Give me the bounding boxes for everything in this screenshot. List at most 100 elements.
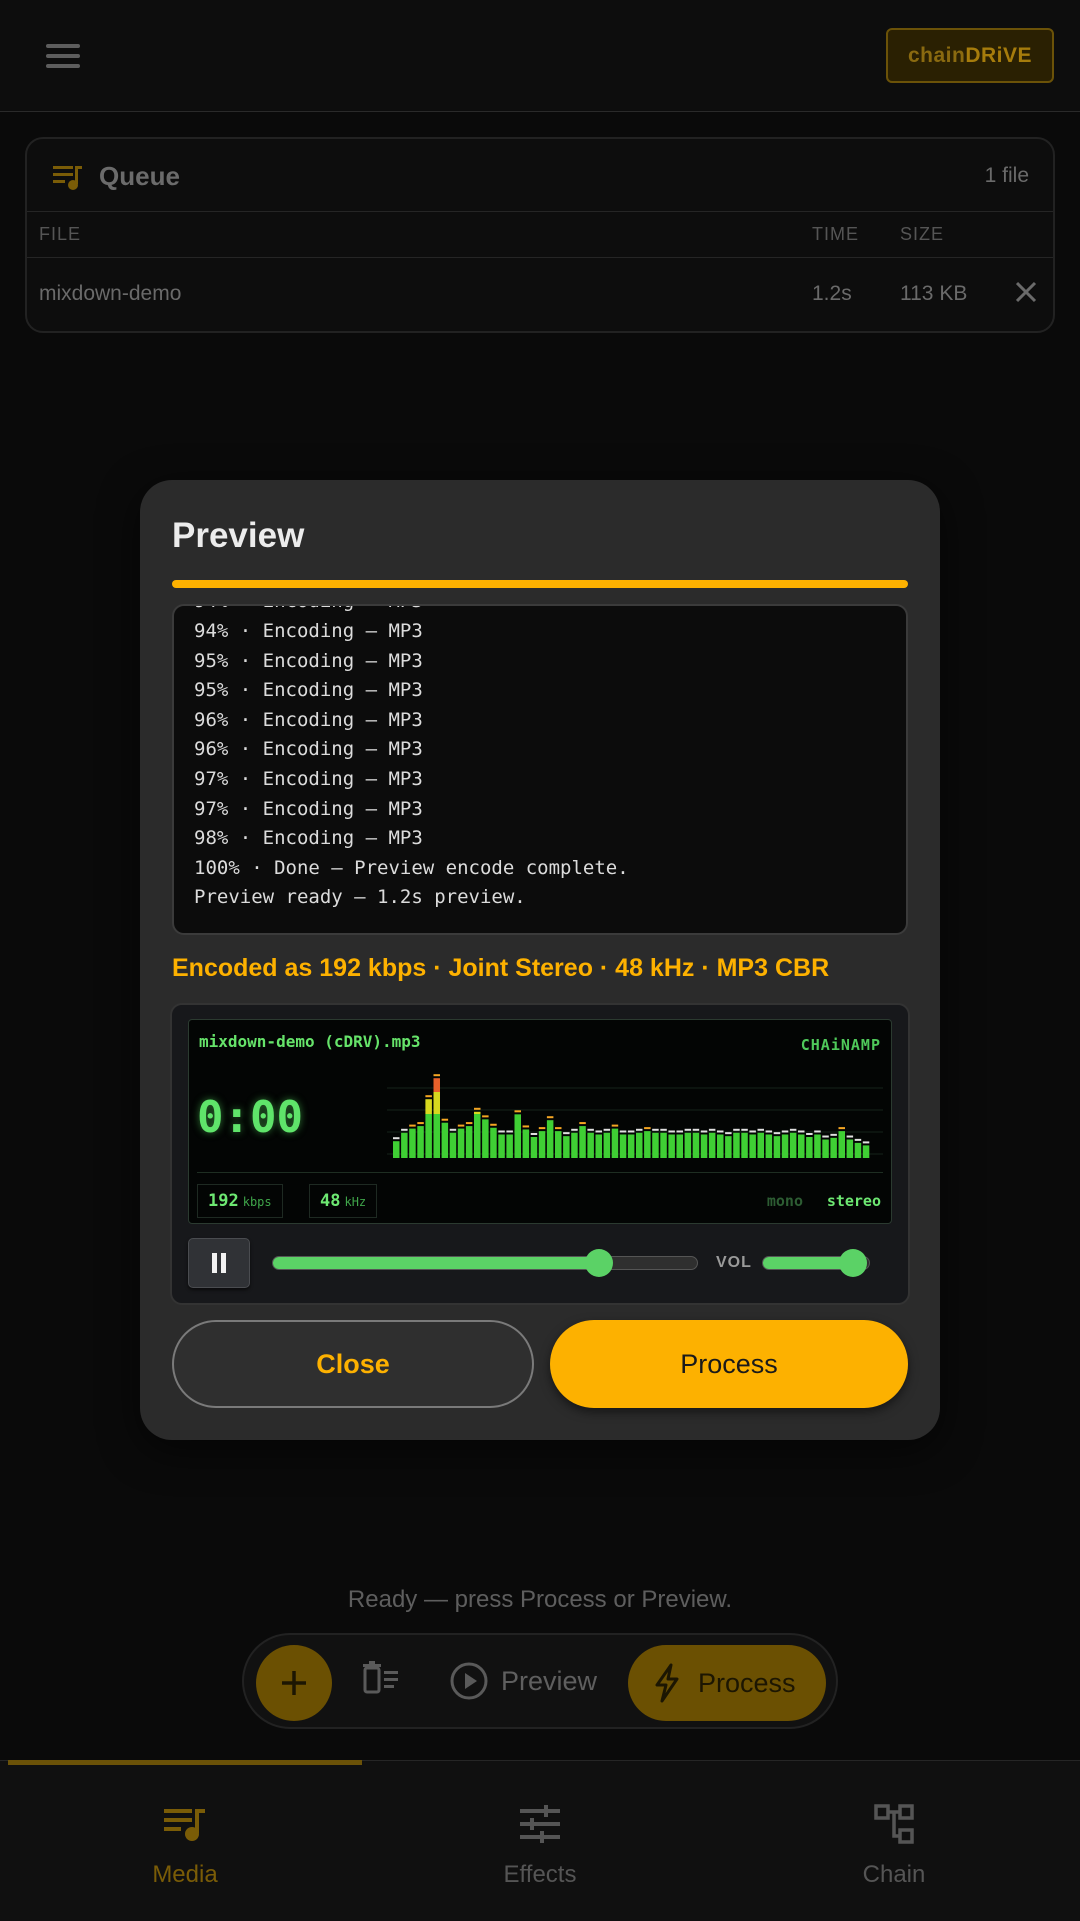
seek-slider-handle[interactable]: [585, 1249, 614, 1277]
chain-flow-icon: [874, 1804, 914, 1844]
log-line: 97% · Encoding — MP3: [194, 797, 423, 820]
spectrum-bar: [457, 1124, 465, 1158]
nav-media[interactable]: Media: [85, 1799, 285, 1889]
nav-chain-label: Chain: [862, 1861, 926, 1888]
row-time: 1.2s: [812, 282, 852, 305]
spectrum-bar: [603, 1128, 611, 1158]
spectrum-visualizer: [387, 1074, 883, 1158]
log-line: 94% · Encoding — MP3: [194, 620, 423, 643]
app-logo[interactable]: chain DRiVE: [886, 28, 1054, 83]
nav-chain[interactable]: Chain: [794, 1799, 994, 1889]
action-bar: Preview Process: [242, 1633, 838, 1729]
spectrum-bar: [611, 1124, 619, 1158]
spectrum-bar: [838, 1127, 845, 1158]
playlist-music-icon: [164, 1809, 205, 1841]
spectrum-bar: [555, 1127, 562, 1158]
display-divider: [197, 1172, 883, 1173]
remove-file-close-icon[interactable]: [1011, 277, 1041, 307]
spectrum-bar: [862, 1141, 870, 1158]
encoding-summary: Encoded as 192 kbps · Joint Stereo · 48 …: [172, 954, 830, 982]
volume-slider[interactable]: [762, 1249, 870, 1277]
process-button[interactable]: Process: [628, 1645, 826, 1721]
mono-indicator: mono: [766, 1192, 803, 1210]
column-time: TIME: [812, 224, 859, 244]
close-button[interactable]: Close: [172, 1320, 534, 1408]
nav-effects[interactable]: Effects: [440, 1799, 640, 1889]
spectrum-bar: [822, 1135, 829, 1158]
column-size: SIZE: [900, 224, 945, 244]
row-size: 113 KB: [900, 282, 968, 305]
spectrum-bar: [668, 1130, 675, 1158]
player-brand: CHAiNAMP: [800, 1036, 881, 1054]
log-line: 98% · Encoding — MP3: [194, 827, 423, 850]
log-line: 95% · Encoding — MP3: [194, 649, 423, 672]
player-filename: mixdown-demo (cDRV).mp3: [199, 1032, 421, 1051]
queue-panel: Queue 1 file FILE TIME SIZE mixdown-demo…: [25, 137, 1055, 333]
spectrum-bar: [806, 1133, 813, 1158]
preview-button[interactable]: Preview: [449, 1649, 597, 1713]
spectrum-bar: [789, 1128, 797, 1158]
log-line: 96% · Encoding — MP3: [194, 738, 423, 761]
spectrum-bar: [708, 1128, 716, 1158]
spectrum-bar: [854, 1138, 862, 1158]
spectrum-bar: [846, 1135, 854, 1158]
stereo-indicator: stereo: [826, 1192, 881, 1210]
log-line: 95% · Encoding — MP3: [194, 679, 423, 702]
spectrum-bar: [749, 1130, 756, 1158]
samplerate-unit: kHz: [344, 1195, 367, 1209]
spectrum-bar: [692, 1128, 700, 1158]
preview-dialog: Preview 94% · Encoding — MP394% · Encodi…: [140, 480, 940, 1440]
encode-log[interactable]: 94% · Encoding — MP3 94% · Encoding — MP3…: [172, 604, 908, 935]
audio-player: mixdown-demo (cDRV).mp3 CHAiNAMP 0:00 19…: [170, 1003, 910, 1305]
spectrum-bar: [619, 1130, 627, 1158]
spectrum-bar: [644, 1127, 651, 1158]
spectrum-bar: [425, 1095, 432, 1158]
spectrum-bar: [676, 1130, 683, 1158]
log-line: Preview ready — 1.2s preview.: [194, 886, 526, 909]
player-time: 0:00: [197, 1092, 303, 1143]
seek-slider[interactable]: [272, 1249, 698, 1277]
spectrum-bar: [522, 1125, 530, 1158]
dialog-process-button[interactable]: Process: [550, 1320, 908, 1408]
spectrum-bar: [765, 1130, 773, 1158]
spectrum-bar: [401, 1128, 408, 1158]
hamburger-menu-icon[interactable]: [40, 40, 84, 72]
pause-button[interactable]: [188, 1238, 250, 1288]
table-row[interactable]: mixdown-demo 1.2s 113 KB: [27, 257, 1053, 331]
top-bar: chain DRiVE: [0, 0, 1080, 112]
spectrum-bar: [587, 1128, 594, 1158]
spectrum-bar: [409, 1124, 416, 1158]
spectrum-bar: [595, 1130, 602, 1158]
spectrum-bar: [798, 1130, 805, 1158]
column-file: FILE: [39, 224, 82, 244]
log-lines: 94% · Encoding — MP3 94% · Encoding — MP3…: [194, 606, 629, 913]
spectrum-bar: [538, 1127, 546, 1158]
bitrate-unit: kbps: [242, 1195, 272, 1209]
spectrum-bar: [498, 1130, 505, 1158]
spectrum-bar: [636, 1128, 643, 1158]
add-file-button[interactable]: [256, 1645, 332, 1721]
spectrum-bar: [417, 1122, 424, 1158]
logo-suffix: DRiVE: [965, 43, 1033, 67]
spectrum-bar: [733, 1128, 740, 1158]
playlist-music-icon: [53, 166, 82, 190]
bottom-tab-indicator: [8, 1760, 362, 1765]
spectrum-bar: [814, 1130, 821, 1158]
spectrum-bar: [757, 1128, 764, 1158]
row-file-name: mixdown-demo: [39, 282, 182, 305]
dialog-title: Preview: [172, 516, 305, 555]
clear-queue-icon[interactable]: [362, 1661, 402, 1697]
spectrum-bar: [652, 1128, 659, 1158]
log-line: 100% · Done — Preview encode complete.: [194, 856, 629, 879]
queue-title: Queue: [99, 161, 180, 191]
log-line: 97% · Encoding — MP3: [194, 768, 423, 791]
spectrum-bar: [830, 1133, 837, 1158]
queue-header: Queue 1 file: [27, 139, 1053, 212]
volume-slider-handle[interactable]: [839, 1249, 868, 1277]
bottom-navigation: Media Effects Chain: [0, 1760, 1080, 1921]
spectrum-bar: [571, 1128, 578, 1158]
log-line: 96% · Encoding — MP3: [194, 708, 423, 731]
bitrate-badge: 192 kbps: [197, 1184, 283, 1218]
logo-prefix: chain: [907, 43, 966, 67]
spectrum-bar: [465, 1122, 473, 1158]
